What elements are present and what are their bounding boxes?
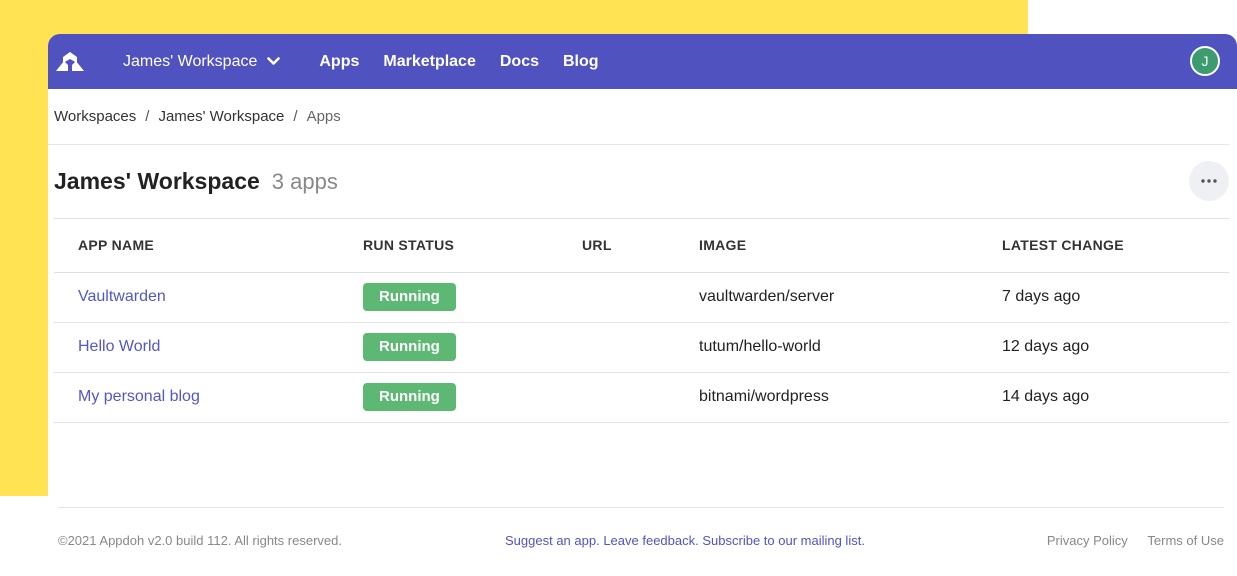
page-title: James' Workspace	[54, 168, 260, 194]
table-row[interactable]: My personal blog Running bitnami/wordpre…	[54, 372, 1229, 423]
breadcrumb-separator: /	[145, 108, 150, 125]
app-count: 3 apps	[271, 168, 338, 194]
app-window: James' Workspace Apps Marketplace Docs B…	[48, 34, 1237, 576]
app-image: vaultwarden/server	[699, 272, 1002, 323]
table-row[interactable]: Hello World Running tutum/hello-world 12…	[54, 322, 1229, 373]
leave-feedback-link[interactable]: Leave feedback.	[603, 533, 698, 548]
page-footer: ©2021 Appdoh v2.0 build 112. All rights …	[58, 507, 1224, 576]
copyright-text: ©2021 Appdoh v2.0 build 112. All rights …	[58, 533, 342, 548]
app-latest-change: 12 days ago	[1002, 322, 1229, 373]
status-badge: Running	[363, 333, 456, 361]
status-badge: Running	[363, 383, 456, 411]
app-image: bitnami/wordpress	[699, 372, 1002, 423]
column-header-run-status[interactable]: RUN STATUS	[363, 219, 582, 273]
app-url	[582, 272, 699, 323]
app-image: tutum/hello-world	[699, 322, 1002, 373]
nav-link-apps[interactable]: Apps	[319, 53, 359, 71]
app-url	[582, 322, 699, 373]
workspace-switcher-label: James' Workspace	[123, 52, 258, 70]
column-header-image[interactable]: IMAGE	[699, 219, 1002, 273]
footer-links-middle: Suggest an app. Leave feedback. Subscrib…	[505, 533, 865, 548]
table-header-row: APP NAME RUN STATUS URL IMAGE LATEST CHA…	[54, 219, 1229, 273]
breadcrumb: Workspaces / James' Workspace / Apps	[48, 89, 1229, 145]
more-options-button[interactable]	[1189, 161, 1229, 201]
column-header-url[interactable]: URL	[582, 219, 699, 273]
app-name-link[interactable]: Vaultwarden	[78, 288, 166, 305]
nav-link-blog[interactable]: Blog	[563, 53, 599, 71]
status-badge: Running	[363, 283, 456, 311]
user-avatar[interactable]: J	[1190, 46, 1220, 76]
breadcrumb-current: Apps	[306, 108, 341, 125]
suggest-app-link[interactable]: Suggest an app.	[505, 533, 600, 548]
app-name-link[interactable]: My personal blog	[78, 388, 200, 405]
breadcrumb-workspaces[interactable]: Workspaces	[54, 108, 136, 125]
top-navbar: James' Workspace Apps Marketplace Docs B…	[48, 34, 1237, 89]
breadcrumb-separator: /	[293, 108, 298, 125]
nav-link-marketplace[interactable]: Marketplace	[383, 53, 476, 71]
subscribe-link[interactable]: Subscribe to our mailing list.	[702, 533, 865, 548]
app-name-link[interactable]: Hello World	[78, 338, 160, 355]
app-latest-change: 7 days ago	[1002, 272, 1229, 323]
app-latest-change: 14 days ago	[1002, 372, 1229, 423]
appdoh-logo-icon[interactable]	[48, 34, 92, 89]
chevron-down-icon	[267, 57, 281, 66]
terms-of-use-link[interactable]: Terms of Use	[1147, 533, 1224, 548]
breadcrumb-workspace[interactable]: James' Workspace	[158, 108, 284, 125]
column-header-app-name[interactable]: APP NAME	[54, 219, 363, 273]
privacy-policy-link[interactable]: Privacy Policy	[1047, 533, 1128, 548]
nav-link-docs[interactable]: Docs	[500, 53, 539, 71]
app-url	[582, 372, 699, 423]
table-row[interactable]: Vaultwarden Running vaultwarden/server 7…	[54, 272, 1229, 323]
page-header: James' Workspace 3 apps	[54, 145, 1229, 219]
more-horizontal-icon	[1201, 179, 1217, 183]
workspace-switcher[interactable]: James' Workspace	[123, 52, 281, 71]
footer-links-right: Privacy Policy Terms of Use	[1031, 533, 1224, 548]
column-header-latest-change[interactable]: LATEST CHANGE	[1002, 219, 1229, 273]
apps-table: APP NAME RUN STATUS URL IMAGE LATEST CHA…	[54, 219, 1229, 423]
